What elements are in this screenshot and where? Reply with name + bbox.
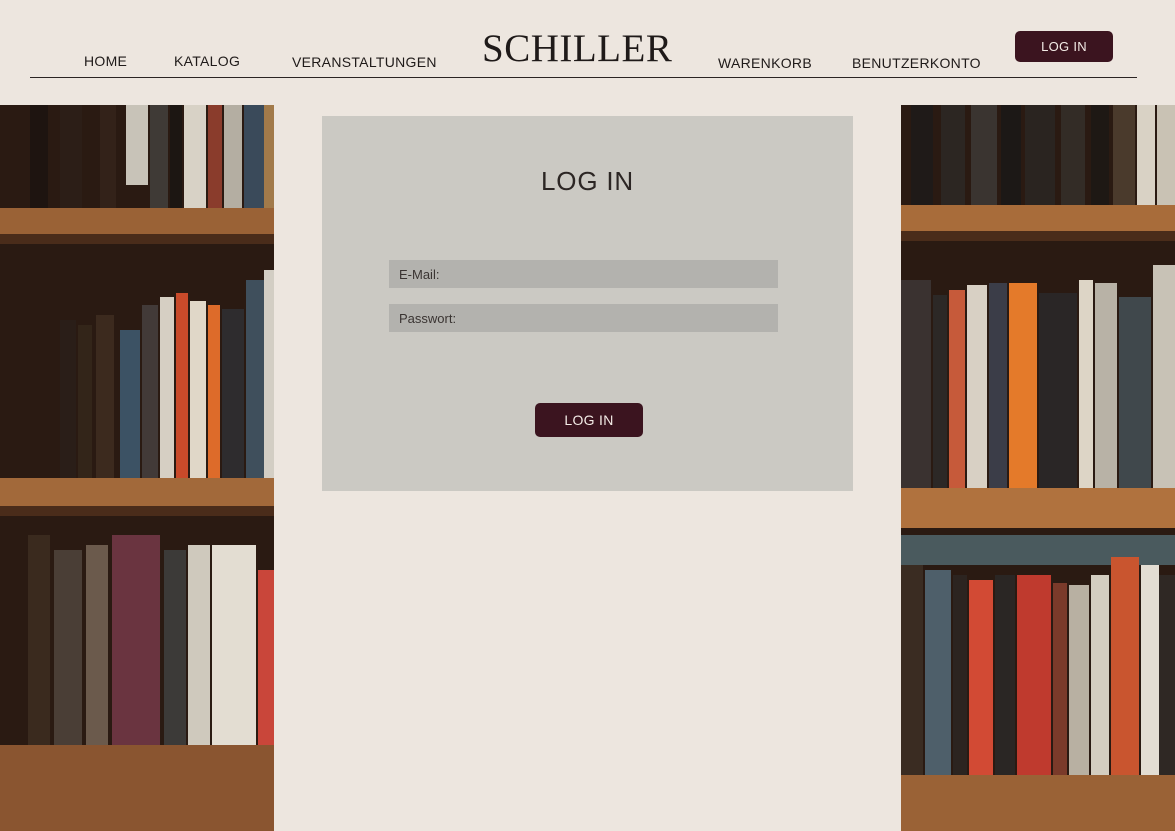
right-bookshelf-image [901,105,1175,831]
login-title: LOG IN [541,166,634,196]
site-logo[interactable]: SCHILLER [482,26,672,71]
nav-warenkorb[interactable]: WARENKORB [718,55,812,71]
site-header: HOME KATALOG VERANSTALTUNGEN SCHILLER WA… [0,0,1175,105]
nav-veranstaltungen[interactable]: VERANSTALTUNGEN [292,54,437,70]
password-field[interactable] [389,304,778,332]
nav-benutzerkonto[interactable]: BENUTZERKONTO [852,55,981,71]
nav-home[interactable]: HOME [84,53,127,69]
login-submit-button[interactable]: LOG IN [535,403,643,437]
header-login-button[interactable]: LOG IN [1015,31,1113,62]
nav-katalog[interactable]: KATALOG [174,53,240,69]
bookshelf-illustration-right [901,105,1175,831]
login-card: LOG IN LOG IN [322,116,853,491]
header-divider [30,77,1137,78]
bookshelf-illustration-left [0,105,274,831]
left-bookshelf-image [0,105,274,831]
email-field[interactable] [389,260,778,288]
